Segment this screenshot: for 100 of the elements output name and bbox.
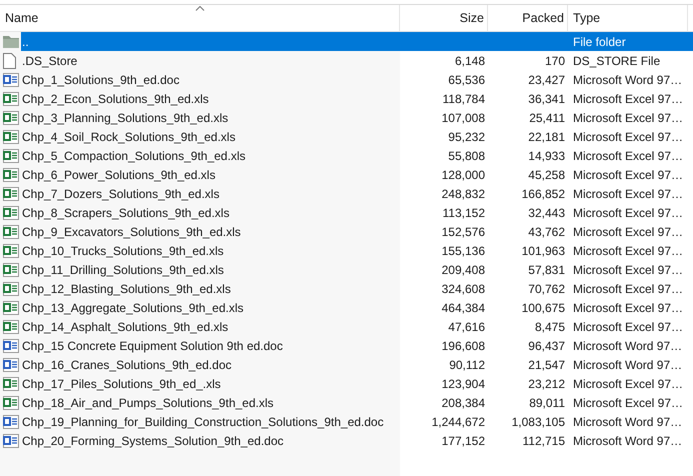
size-cell-text: 6,148 xyxy=(454,52,485,70)
type-cell-text: Microsoft Word 97… xyxy=(573,356,682,374)
file-row[interactable]: Chp_17_Piles_Solutions_9th_ed_.xls 123,904 23,212 Microsoft Excel 97… xyxy=(0,374,693,393)
file-row[interactable]: Chp_8_Scrapers_Solutions_9th_ed.xls 113,152 32,443 Microsoft Excel 97… xyxy=(0,203,693,222)
file-row[interactable]: Chp_1_Solutions_9th_ed.doc 65,536 23,427 Microsoft Word 97… xyxy=(0,70,693,89)
word-document-icon xyxy=(3,72,19,88)
size-cell-text: 90,112 xyxy=(449,356,485,374)
file-name: Chp_19_Planning_for_Building_Construction_Solutions_9th_ed.doc xyxy=(22,414,384,430)
size-cell-text: 95,232 xyxy=(448,128,485,146)
packed-cell-text: 25,411 xyxy=(529,110,565,126)
file-row[interactable]: Chp_5_Compaction_Solutions_9th_ed.xls 55,808 14,933 Microsoft Excel 97… xyxy=(0,146,693,165)
column-header[interactable]: Name xyxy=(0,5,400,31)
file-name: Chp_5_Compaction_Solutions_9th_ed.xls xyxy=(22,148,246,164)
spreadsheet-icon xyxy=(3,148,19,164)
spreadsheet-icon xyxy=(3,318,19,334)
spreadsheet-icon xyxy=(3,280,19,296)
file-name: Chp_1_Solutions_9th_ed.doc xyxy=(22,72,180,88)
file-name: Chp_18_Air_and_Pumps_Solutions_9th_ed.xls xyxy=(22,394,274,412)
file-name: Chp_3_Planning_Solutions_9th_ed.xls xyxy=(22,110,228,126)
packed-cell-text: 8,475 xyxy=(534,318,565,336)
size-cell-text: 123,904 xyxy=(442,376,485,392)
file-row[interactable]: Chp_11_Drilling_Solutions_9th_ed.xls 209,408 57,831 Microsoft Excel 97… xyxy=(0,260,693,279)
type-cell-text: Microsoft Excel 97… xyxy=(573,148,684,164)
file-row[interactable]: Chp_19_Planning_for_Building_Construction_Solutions_9th_ed.doc 1,244,672 1,083,105 Microsoft Word 97… xyxy=(0,412,693,431)
type-cell-text: Microsoft Excel 97… xyxy=(573,262,684,278)
type-cell-text: Microsoft Word 97… xyxy=(573,338,682,354)
packed-cell-text: 1,083,105 xyxy=(512,414,565,430)
file-row[interactable]: Chp_13_Aggregate_Solutions_9th_ed.xls 464,384 100,675 Microsoft Excel 97… xyxy=(0,298,693,317)
spreadsheet-icon xyxy=(3,90,19,106)
file-name: Chp_2_Econ_Solutions_9th_ed.xls xyxy=(22,90,209,108)
packed-cell-text: 45,258 xyxy=(528,166,565,184)
type-cell-text: Microsoft Excel 97… xyxy=(573,128,684,146)
file-row[interactable]: Chp_7_Dozers_Solutions_9th_ed.xls 248,832 166,852 Microsoft Excel 97… xyxy=(0,184,693,203)
file-name: Chp_4_Soil_Rock_Solutions_9th_ed.xls xyxy=(22,128,236,146)
size-cell-text: 47,616 xyxy=(448,318,485,336)
type-cell-text: Microsoft Excel 97… xyxy=(573,242,684,260)
file-row[interactable]: Chp_15 Concrete Equipment Solution 9th ed.doc 196,608 96,437 Microsoft Word 97… xyxy=(0,336,693,355)
file-name: Chp_10_Trucks_Solutions_9th_ed.xls xyxy=(22,242,224,260)
size-cell-text: 107,008 xyxy=(442,110,485,126)
file-row[interactable]: Chp_12_Blasting_Solutions_9th_ed.xls 324,608 70,762 Microsoft Excel 97… xyxy=(0,279,693,298)
size-cell-text: 128,000 xyxy=(442,166,485,184)
spreadsheet-icon xyxy=(3,186,19,202)
file-name: Chp_13_Aggregate_Solutions_9th_ed.xls xyxy=(22,300,244,316)
folder-icon xyxy=(3,35,19,48)
type-cell-text: Microsoft Excel 97… xyxy=(573,394,684,412)
file-name: Chp_6_Power_Solutions_9th_ed.xls xyxy=(22,166,216,184)
file-row[interactable]: .DS_Store 6,148 170 DS_STORE File xyxy=(0,51,693,70)
sort-up-icon xyxy=(195,6,204,11)
word-document-icon xyxy=(3,432,19,448)
size-cell-text: 113,152 xyxy=(442,204,485,222)
packed-cell-text: 170 xyxy=(544,52,565,70)
file-row[interactable]: Chp_18_Air_and_Pumps_Solutions_9th_ed.xls 208,384 89,011 Microsoft Excel 97… xyxy=(0,393,693,412)
type-cell-text: Microsoft Word 97… xyxy=(573,432,682,450)
file-row[interactable]: Chp_20_Forming_Systems_Solution_9th_ed.doc 177,152 112,715 Microsoft Word 97… xyxy=(0,431,693,450)
spreadsheet-icon xyxy=(3,166,19,182)
file-name: Chp_11_Drilling_Solutions_9th_ed.xls xyxy=(22,262,224,278)
spreadsheet-icon xyxy=(3,242,19,258)
packed-cell-text: 23,427 xyxy=(528,72,565,88)
word-document-icon xyxy=(3,338,19,354)
spreadsheet-icon xyxy=(3,128,19,144)
column-header[interactable]: Size xyxy=(400,5,488,31)
column-header[interactable]: Packed xyxy=(488,5,568,31)
file-row[interactable]: Chp_6_Power_Solutions_9th_ed.xls 128,000 45,258 Microsoft Excel 97… xyxy=(0,165,693,184)
packed-cell-text: 43,762 xyxy=(528,224,565,240)
size-cell-text: 464,384 xyxy=(442,300,485,316)
file-row[interactable]: Chp_16_Cranes_Solutions_9th_ed.doc 90,112 21,547 Microsoft Word 97… xyxy=(0,355,693,374)
packed-cell-text: 96,437 xyxy=(528,338,565,354)
size-cell-text: 65,536 xyxy=(448,72,485,88)
type-cell-text: File folder xyxy=(573,34,626,50)
packed-cell-text: 112,715 xyxy=(522,432,565,450)
type-cell-text: Microsoft Excel 97… xyxy=(573,318,684,336)
file-row[interactable]: Chp_3_Planning_Solutions_9th_ed.xls 107,008 25,411 Microsoft Excel 97… xyxy=(0,108,693,127)
size-cell-text: 196,608 xyxy=(442,338,485,354)
file-row[interactable]: Chp_14_Asphalt_Solutions_9th_ed.xls 47,616 8,475 Microsoft Excel 97… xyxy=(0,317,693,336)
column-header[interactable]: Type xyxy=(568,5,688,31)
file-name: Chp_7_Dozers_Solutions_9th_ed.xls xyxy=(22,186,220,202)
size-cell-text: 248,832 xyxy=(442,186,485,202)
size-cell-text: 177,152 xyxy=(442,432,485,450)
type-cell-text: Microsoft Excel 97… xyxy=(573,110,684,126)
type-cell-text: Microsoft Excel 97… xyxy=(573,280,684,298)
file-name: Chp_15 Concrete Equipment Solution 9th ed.doc xyxy=(22,338,283,354)
file-row[interactable]: Chp_4_Soil_Rock_Solutions_9th_ed.xls 95,232 22,181 Microsoft Excel 97… xyxy=(0,127,693,146)
document-icon xyxy=(3,52,16,68)
packed-cell-text: 36,341 xyxy=(528,90,565,108)
size-cell-text: 152,576 xyxy=(442,224,485,240)
type-cell-text: Microsoft Excel 97… xyxy=(573,204,684,222)
spreadsheet-icon xyxy=(3,110,19,126)
size-cell-text: 209,408 xyxy=(442,262,485,278)
type-cell-text: Microsoft Excel 97… xyxy=(573,376,684,392)
file-row[interactable]: Chp_9_Excavators_Solutions_9th_ed.xls 152,576 43,762 Microsoft Excel 97… xyxy=(0,222,693,241)
size-cell-text: 1,244,672 xyxy=(432,414,485,430)
packed-cell-text: 70,762 xyxy=(528,280,565,298)
packed-cell-text: 100,675 xyxy=(522,300,565,316)
size-cell-text: 155,136 xyxy=(442,242,485,260)
file-row[interactable]: Chp_2_Econ_Solutions_9th_ed.xls 118,784 36,341 Microsoft Excel 97… xyxy=(0,89,693,108)
type-cell-text: Microsoft Excel 97… xyxy=(573,186,684,202)
size-cell-text: 55,808 xyxy=(448,148,485,164)
type-cell-text: Microsoft Excel 97… xyxy=(573,224,684,240)
file-row[interactable]: Chp_10_Trucks_Solutions_9th_ed.xls 155,136 101,963 Microsoft Excel 97… xyxy=(0,241,693,260)
type-cell-text: Microsoft Excel 97… xyxy=(573,90,684,108)
